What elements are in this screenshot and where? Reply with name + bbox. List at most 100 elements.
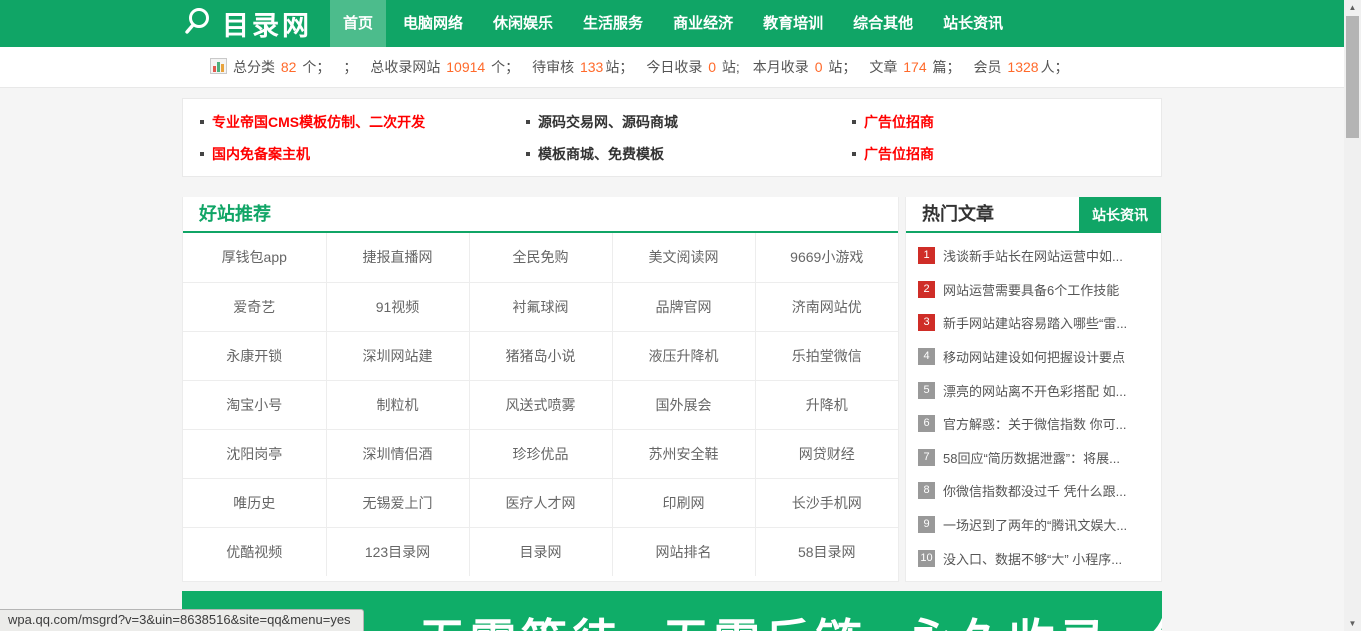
rank-badge: 8 <box>918 482 935 499</box>
ad-link-ad-slot-2[interactable]: 广告位招商 <box>835 144 1161 164</box>
site-link[interactable]: 衬氟球阀 <box>469 282 612 331</box>
site-link[interactable]: 济南网站优 <box>755 282 898 331</box>
list-item[interactable]: 9一场迟到了两年的“腾讯文娱大... <box>918 508 1149 542</box>
bullet-icon <box>526 120 530 124</box>
list-item[interactable]: 3新手网站建站容易踏入哪些“雷... <box>918 306 1149 340</box>
ad-link-source-market[interactable]: 源码交易网、源码商城 <box>509 112 835 132</box>
site-logo[interactable]: 目录网 <box>182 4 312 43</box>
stat-total-categories: 总分类 82 个； <box>233 57 330 77</box>
site-link[interactable]: 印刷网 <box>612 478 755 527</box>
site-link[interactable]: 深圳网站建 <box>326 331 469 380</box>
list-item[interactable]: 758回应“简历数据泄露”：将展... <box>918 441 1149 475</box>
hot-articles-title: 热门文章 <box>922 197 994 231</box>
table-row: 淘宝小号 制粒机 风送式喷雾 国外展会 升降机 <box>183 380 898 429</box>
nav-item-leisure-entertainment[interactable]: 休闲娱乐 <box>480 0 566 47</box>
nav-item-computer-network[interactable]: 电脑网络 <box>390 0 476 47</box>
site-link[interactable]: 网站排名 <box>612 527 755 576</box>
site-link[interactable]: 珍珍优品 <box>469 429 612 478</box>
stat-month-included: 本月收录 0 站； <box>753 57 857 77</box>
ad-link-free-hosting[interactable]: 国内免备案主机 <box>183 144 509 164</box>
site-link[interactable]: 乐拍堂微信 <box>755 331 898 380</box>
hot-articles-header: 热门文章 站长资讯 <box>906 197 1161 233</box>
table-row: 唯历史 无锡爱上门 医疗人才网 印刷网 长沙手机网 <box>183 478 898 527</box>
site-link[interactable]: 91视频 <box>326 282 469 331</box>
site-link[interactable]: 医疗人才网 <box>469 478 612 527</box>
webmaster-news-button[interactable]: 站长资讯 <box>1079 197 1161 233</box>
stat-members: 会员 1328人； <box>974 57 1069 77</box>
status-url-tooltip: wpa.qq.com/msgrd?v=3&uin=8638516&site=qq… <box>0 609 364 631</box>
recommended-sites-panel: 好站推荐 厚钱包app 捷报直播网 全民免购 美文阅读网 9669小游戏 爱奇艺… <box>182 197 899 582</box>
search-icon <box>182 5 222 42</box>
browser-viewport: 目录网 首页 电脑网络 休闲娱乐 生活服务 商业经济 教育培训 综合其他 站长资… <box>0 0 1344 631</box>
site-link[interactable]: 唯历史 <box>183 478 326 527</box>
site-link[interactable]: 猪猪岛小说 <box>469 331 612 380</box>
table-row: 沈阳岗亭 深圳情侣酒 珍珍优品 苏州安全鞋 网贷财经 <box>183 429 898 478</box>
list-item[interactable]: 10没入口、数据不够“大” 小程序... <box>918 541 1149 575</box>
nav-item-misc-other[interactable]: 综合其他 <box>840 0 926 47</box>
rank-badge: 9 <box>918 516 935 533</box>
list-item[interactable]: 2网站运营需要具备6个工作技能 <box>918 273 1149 307</box>
ad-link-template-mall[interactable]: 模板商城、免费模板 <box>509 144 835 164</box>
list-item[interactable]: 6官方解惑：关于微信指数 你可... <box>918 407 1149 441</box>
site-link[interactable]: 美文阅读网 <box>612 233 755 282</box>
bullet-icon <box>200 152 204 156</box>
main-content: 好站推荐 厚钱包app 捷报直播网 全民免购 美文阅读网 9669小游戏 爱奇艺… <box>182 197 1162 582</box>
logo-text: 目录网 <box>222 4 312 43</box>
site-link[interactable]: 长沙手机网 <box>755 478 898 527</box>
site-link[interactable]: 9669小游戏 <box>755 233 898 282</box>
table-row: 优酷视频 123目录网 目录网 网站排名 58目录网 <box>183 527 898 576</box>
stat-total-sites: 总收录网站 10914 个； <box>370 57 519 77</box>
nav-item-education-training[interactable]: 教育培训 <box>750 0 836 47</box>
site-link[interactable]: 淘宝小号 <box>183 380 326 429</box>
list-item[interactable]: 4移动网站建设如何把握设计要点 <box>918 340 1149 374</box>
scrollbar-thumb[interactable] <box>1346 16 1359 138</box>
bullet-icon <box>852 120 856 124</box>
bullet-icon <box>526 152 530 156</box>
site-link[interactable]: 全民免购 <box>469 233 612 282</box>
stat-pending-review: 待审核 133站； <box>532 57 633 77</box>
site-link[interactable]: 制粒机 <box>326 380 469 429</box>
rank-badge: 6 <box>918 415 935 432</box>
site-link[interactable]: 国外展会 <box>612 380 755 429</box>
site-link[interactable]: 网贷财经 <box>755 429 898 478</box>
site-link[interactable]: 液压升降机 <box>612 331 755 380</box>
site-link[interactable]: 优酷视频 <box>183 527 326 576</box>
list-item[interactable]: 1浅谈新手站长在网站运营中如... <box>918 239 1149 273</box>
site-header: 目录网 首页 电脑网络 休闲娱乐 生活服务 商业经济 教育培训 综合其他 站长资… <box>0 0 1344 47</box>
site-link[interactable]: 爱奇艺 <box>183 282 326 331</box>
nav-item-webmaster-news[interactable]: 站长资讯 <box>930 0 1016 47</box>
article-list: 1浅谈新手站长在网站运营中如... 2网站运营需要具备6个工作技能 3新手网站建… <box>906 233 1161 581</box>
site-link[interactable]: 永康开锁 <box>183 331 326 380</box>
ad-link-cms-template[interactable]: 专业帝国CMS模板仿制、二次开发 <box>183 112 509 132</box>
table-row: 爱奇艺 91视频 衬氟球阀 品牌官网 济南网站优 <box>183 282 898 331</box>
nav-item-home[interactable]: 首页 <box>330 0 386 47</box>
site-link[interactable]: 深圳情侣酒 <box>326 429 469 478</box>
site-link[interactable]: 苏州安全鞋 <box>612 429 755 478</box>
ad-link-ad-slot-1[interactable]: 广告位招商 <box>835 112 1161 132</box>
site-link[interactable]: 58目录网 <box>755 527 898 576</box>
site-link[interactable]: 品牌官网 <box>612 282 755 331</box>
site-link[interactable]: 沈阳岗亭 <box>183 429 326 478</box>
site-link[interactable]: 升降机 <box>755 380 898 429</box>
scroll-down-arrow-icon[interactable]: ▼ <box>1344 616 1361 631</box>
stat-separator: ； <box>343 57 357 77</box>
recommended-sites-title: 好站推荐 <box>183 197 898 233</box>
rank-badge: 3 <box>918 314 935 331</box>
hot-articles-panel: 热门文章 站长资讯 1浅谈新手站长在网站运营中如... 2网站运营需要具备6个工… <box>905 197 1162 582</box>
nav-item-life-services[interactable]: 生活服务 <box>570 0 656 47</box>
scroll-up-arrow-icon[interactable]: ▲ <box>1344 0 1361 15</box>
site-link[interactable]: 目录网 <box>469 527 612 576</box>
promo-banner-text: 无需等待 无需反链 永久收录 每站10元 <box>419 605 1162 631</box>
list-item[interactable]: 8你微信指数都没过千 凭什么跟... <box>918 474 1149 508</box>
site-link[interactable]: 捷报直播网 <box>326 233 469 282</box>
ad-links-box: 专业帝国CMS模板仿制、二次开发 源码交易网、源码商城 广告位招商 国内免备案主… <box>182 98 1162 177</box>
vertical-scrollbar[interactable]: ▲ ▼ <box>1344 0 1361 631</box>
list-item[interactable]: 5漂亮的网站离不开色彩搭配 如... <box>918 373 1149 407</box>
site-link[interactable]: 123目录网 <box>326 527 469 576</box>
stat-today-included: 今日收录 0 站; <box>646 57 739 77</box>
rank-badge: 2 <box>918 281 935 298</box>
site-link[interactable]: 风送式喷雾 <box>469 380 612 429</box>
site-link[interactable]: 无锡爱上门 <box>326 478 469 527</box>
nav-item-business-economy[interactable]: 商业经济 <box>660 0 746 47</box>
site-link[interactable]: 厚钱包app <box>183 233 326 282</box>
